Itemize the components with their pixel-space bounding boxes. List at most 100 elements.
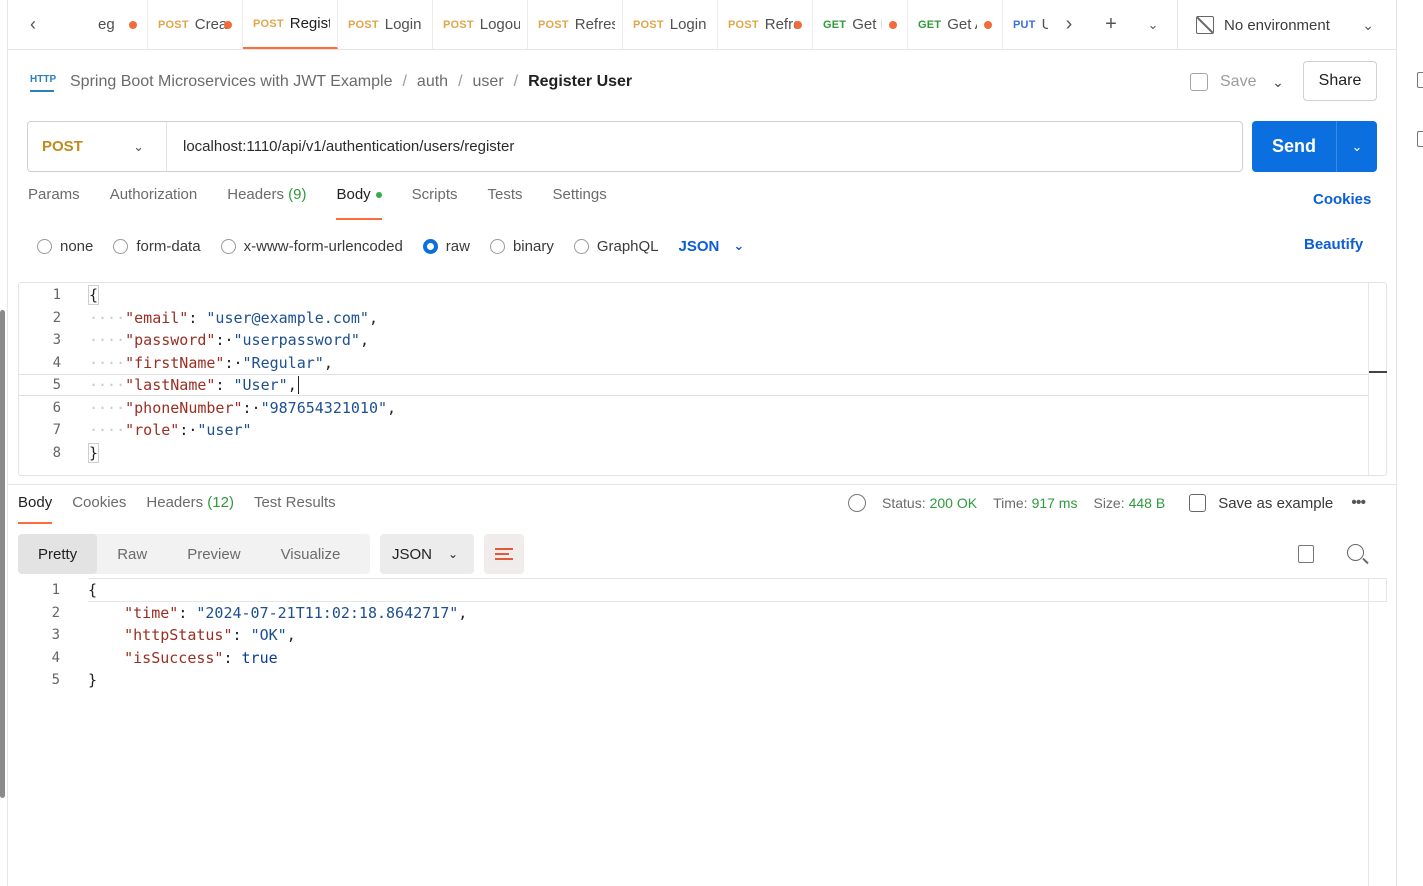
tabs-menu-button[interactable]: ⌄ [1132, 0, 1174, 50]
response-body-viewer[interactable]: 1{2 "time": "2024-07-21T11:02:18.8642717… [18, 578, 1387, 886]
request-tab[interactable]: eg [58, 0, 148, 49]
request-tab[interactable]: POST Create [148, 0, 243, 49]
response-tab-test-results[interactable]: Test Results [254, 494, 336, 524]
save-as-example-button[interactable]: Save as example [1189, 494, 1333, 512]
tabs-scroll-left-button[interactable]: ‹ [8, 0, 58, 49]
json-key: "firstName" [125, 353, 225, 372]
tab-scripts[interactable]: Scripts [412, 186, 458, 220]
body-type-radio[interactable]: x-www-form-urlencoded [220, 238, 403, 255]
tab-controls: › + ⌄ [1048, 0, 1174, 49]
breadcrumb-folder-user[interactable]: user [473, 73, 504, 91]
save-button[interactable]: Save [1190, 66, 1256, 98]
body-format-selector[interactable]: JSON ⌄ [679, 238, 745, 255]
response-view-selector: Pretty Raw Preview Visualize [18, 534, 370, 574]
json-separator: : [223, 648, 242, 667]
body-type-label: binary [512, 237, 554, 255]
body-type-radio[interactable]: GraphQL [573, 238, 659, 255]
save-options-button[interactable]: ⌄ [1265, 66, 1291, 98]
request-tabs: Params Authorization Headers (9) Body Sc… [28, 186, 637, 220]
status-value[interactable]: 200 OK [930, 495, 977, 511]
request-tab[interactable]: POST Refresh [718, 0, 813, 49]
whitespace-marker: ···· [89, 376, 126, 394]
radio-circle[interactable] [37, 238, 52, 254]
response-view-preview[interactable]: Preview [167, 534, 260, 574]
body-type-radio[interactable]: none [37, 238, 93, 255]
cookies-link[interactable]: Cookies [1313, 191, 1371, 208]
json-value: "Regular" [242, 353, 324, 372]
tab-body[interactable]: Body [336, 186, 382, 220]
search-icon[interactable] [1347, 544, 1364, 561]
tab-name: eg [98, 16, 115, 33]
request-tab[interactable]: POST Login [338, 0, 433, 49]
radio-circle[interactable] [489, 238, 505, 254]
response-tab-body[interactable]: Body [18, 494, 53, 524]
response-view-raw[interactable]: Raw [97, 534, 167, 574]
tab-settings[interactable]: Settings [553, 186, 607, 220]
line-number: 4 [51, 649, 60, 666]
copy-icon[interactable] [1298, 545, 1314, 563]
body-type-radio[interactable]: raw [422, 238, 470, 255]
tab-authorization[interactable]: Authorization [110, 186, 198, 220]
breadcrumb-collection[interactable]: Spring Boot Microservices with JWT Examp… [70, 73, 392, 91]
tab-method: GET [823, 18, 847, 31]
json-value: "2024-07-21T11:02:18.8642717" [196, 603, 459, 622]
tabs-scroll-right-button[interactable]: › [1048, 0, 1090, 50]
body-type-radio[interactable]: form-data [113, 238, 201, 255]
response-view-pretty[interactable]: Pretty [18, 534, 98, 574]
beautify-button[interactable]: Beautify [1304, 236, 1363, 253]
radio-circle[interactable] [113, 238, 129, 254]
request-name[interactable]: Register User [528, 73, 632, 91]
wrap-lines-button[interactable] [484, 534, 524, 574]
request-tab[interactable]: PUT Update [1003, 0, 1048, 49]
sidebar-icon[interactable] [1417, 72, 1423, 88]
size-value[interactable]: 448 B [1129, 495, 1166, 511]
response-format-selector[interactable]: JSON ⌄ [380, 534, 474, 574]
more-options-icon[interactable]: ••• [1351, 494, 1366, 512]
tab-name: Refresh [574, 16, 615, 33]
code-text: } [87, 442, 100, 463]
tab-method: POST [443, 18, 474, 31]
json-punctuation: , [387, 398, 397, 417]
send-button[interactable]: Send ⌄ [1252, 121, 1377, 172]
request-tab[interactable]: POST Register [243, 0, 338, 49]
globe-icon[interactable] [848, 494, 866, 512]
request-tab[interactable]: GET Get P [813, 0, 908, 49]
method-label: POST [42, 138, 83, 155]
breadcrumb-folder-auth[interactable]: auth [417, 73, 448, 91]
radio-circle[interactable] [422, 238, 438, 254]
response-view-visualize[interactable]: Visualize [261, 534, 361, 574]
json-key: "lastName" [125, 376, 216, 394]
save-label: Save [1220, 73, 1257, 90]
tab-params[interactable]: Params [28, 186, 80, 220]
response-tab-cookies[interactable]: Cookies [72, 494, 126, 524]
send-options-chevron-icon[interactable]: ⌄ [1337, 139, 1377, 155]
radio-circle[interactable] [573, 238, 589, 254]
method-selector[interactable]: POST ⌄ [28, 122, 167, 171]
left-scrollbar[interactable] [0, 310, 5, 798]
save-icon [1189, 494, 1207, 512]
share-button[interactable]: Share [1303, 61, 1377, 101]
new-tab-button[interactable]: + [1090, 0, 1132, 50]
code-text: ····"email": "user@example.com", [89, 309, 378, 327]
chevron-down-icon: ⌄ [448, 547, 459, 561]
response-scrollbar[interactable] [1368, 578, 1369, 886]
request-body-editor[interactable]: 1{2 ····"email": "user@example.com", 3 ····… [18, 282, 1387, 476]
tab-tests[interactable]: Tests [488, 186, 523, 220]
tab-headers[interactable]: Headers (9) [227, 186, 306, 220]
body-type-radio[interactable]: binary [489, 237, 554, 255]
whitespace-marker: ···· [89, 421, 126, 439]
code-text: ····"password":·"userpassword", [89, 331, 369, 349]
url-input[interactable] [167, 138, 1227, 155]
response-headers-count: (12) [207, 494, 234, 511]
response-tab-headers[interactable]: Headers (12) [146, 494, 234, 524]
radio-circle[interactable] [220, 238, 236, 254]
docs-icon[interactable] [1417, 131, 1423, 147]
environment-selector[interactable]: No environment ⌄ [1177, 0, 1388, 50]
pane-divider[interactable] [8, 484, 1396, 485]
request-tab[interactable]: POST Login [623, 0, 718, 49]
request-tab[interactable]: POST Refresh [528, 0, 623, 49]
editor-scrollbar[interactable] [1368, 283, 1387, 475]
request-tab[interactable]: GET Get A [908, 0, 1003, 49]
time-value[interactable]: 917 ms [1032, 495, 1078, 511]
request-tab[interactable]: POST Logout [433, 0, 528, 49]
